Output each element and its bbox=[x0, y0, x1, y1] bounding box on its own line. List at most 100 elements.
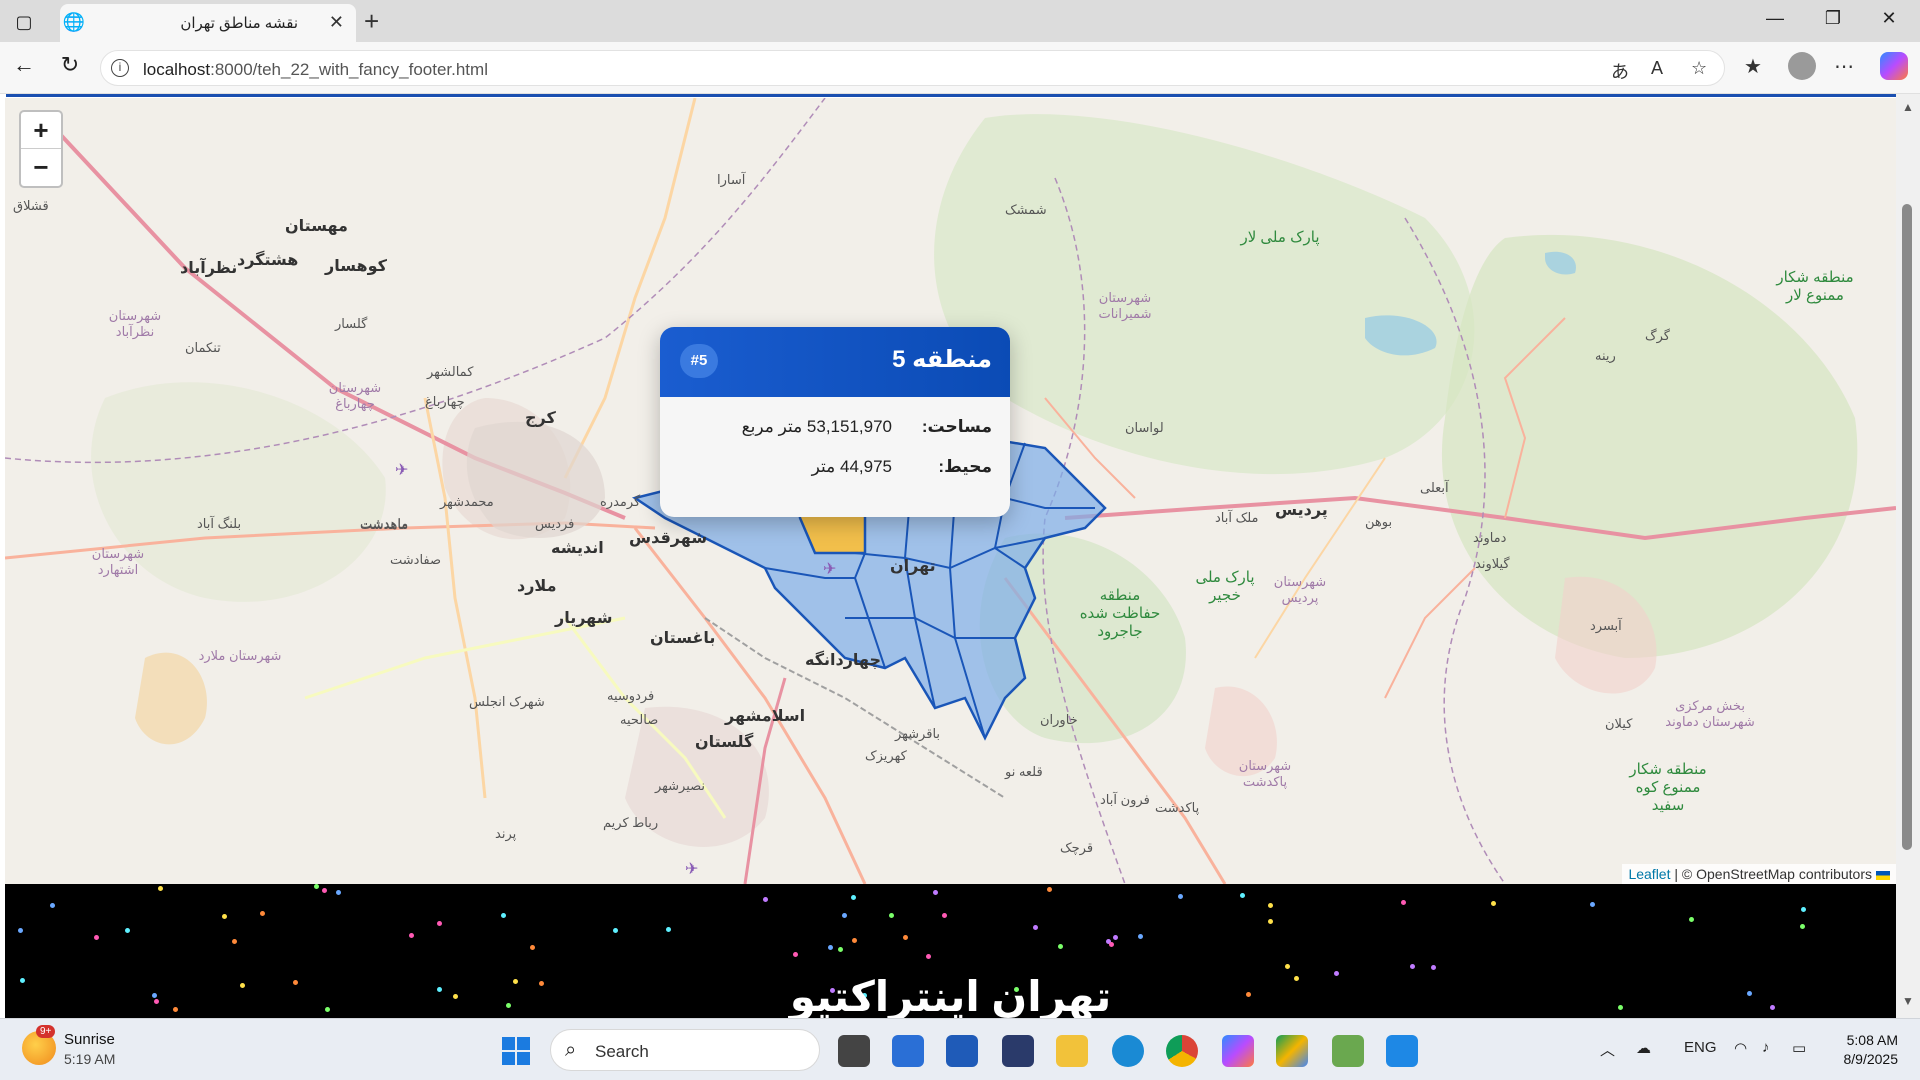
wifi-icon[interactable]: ◠ bbox=[1734, 1039, 1747, 1057]
star-dot bbox=[94, 935, 99, 940]
close-window-button[interactable]: ✕ bbox=[1866, 8, 1912, 29]
star-dot bbox=[838, 947, 843, 952]
star-dot bbox=[1047, 887, 1052, 892]
language-indicator[interactable]: ENG bbox=[1684, 1039, 1717, 1056]
map-place-label: منطقه شکار ممنوع لار bbox=[1776, 269, 1854, 304]
scroll-down-icon[interactable]: ▼ bbox=[1902, 994, 1914, 1008]
map-place-label: تنکمان bbox=[185, 340, 221, 355]
favorite-star-icon[interactable]: ☆ bbox=[1691, 58, 1707, 79]
store-icon[interactable] bbox=[892, 1035, 924, 1067]
star-dot bbox=[1285, 964, 1290, 969]
map-place-label: کرج bbox=[525, 410, 556, 427]
battery-icon[interactable]: ▭ bbox=[1792, 1039, 1806, 1057]
weather-label[interactable]: Sunrise bbox=[64, 1031, 115, 1048]
district-number-badge: #5 bbox=[680, 344, 718, 378]
file-explorer-icon[interactable] bbox=[1056, 1035, 1088, 1067]
map-place-label: شهرستان اشتهارد bbox=[91, 546, 145, 577]
reload-button[interactable]: ↻ bbox=[54, 52, 86, 78]
leaflet-map[interactable]: ✈ ✈ ✈ مهستان هشتگرد کوهسار نظرآباد کرج اندیشه… bbox=[5, 98, 1896, 884]
volume-icon[interactable]: ♪ bbox=[1762, 1039, 1770, 1056]
star-dot bbox=[889, 913, 894, 918]
minimize-button[interactable]: — bbox=[1752, 8, 1798, 29]
star-dot bbox=[1268, 919, 1273, 924]
tray-chevron-icon[interactable]: ︿ bbox=[1600, 1039, 1615, 1060]
zoom-out-button[interactable]: − bbox=[21, 149, 61, 186]
tab-active[interactable]: نقشه مناطق تهران ✕ bbox=[60, 4, 356, 42]
star-dot bbox=[1431, 965, 1436, 970]
leaflet-link[interactable]: Leaflet bbox=[1628, 866, 1670, 882]
map-place-label: شهرک انجلس bbox=[469, 694, 545, 709]
onedrive-icon[interactable]: ☁ bbox=[1636, 1039, 1651, 1057]
star-dot bbox=[1138, 934, 1143, 939]
map-place-label: خاوران bbox=[1040, 712, 1078, 727]
taskbar-search[interactable]: ⌕ Search bbox=[550, 1029, 820, 1071]
back-button[interactable]: ← bbox=[8, 52, 40, 78]
more-menu-icon[interactable]: ⋯ bbox=[1834, 54, 1854, 79]
google-drive-icon[interactable] bbox=[1276, 1035, 1308, 1067]
star-dot bbox=[530, 945, 535, 950]
map-place-label: منطقه شکار ممنوع کوه سفید bbox=[1629, 761, 1707, 814]
map-place-label: گرگ bbox=[1645, 328, 1670, 343]
map-place-label: کوهسار bbox=[325, 258, 387, 275]
read-aloud-icon[interactable]: A bbox=[1651, 58, 1663, 79]
new-tab-button[interactable]: + bbox=[364, 6, 379, 37]
area-value: 53,151,970 متر مربع bbox=[741, 417, 892, 436]
map-place-label: شهرستان چهارباغ bbox=[328, 380, 382, 411]
map-place-label: اندیشه bbox=[551, 540, 604, 557]
map-place-label: ماهدشت bbox=[360, 516, 409, 531]
star-dot bbox=[18, 928, 23, 933]
scroll-up-icon[interactable]: ▲ bbox=[1902, 100, 1914, 114]
copilot-icon[interactable] bbox=[1880, 52, 1908, 80]
system-clock[interactable]: 5:08 AM 8/9/2025 bbox=[1844, 1031, 1899, 1069]
tab-close-icon[interactable]: ✕ bbox=[329, 12, 344, 33]
star-dot bbox=[852, 938, 857, 943]
map-place-label: ملارد bbox=[517, 578, 557, 595]
map-place-label: فردوسیه bbox=[607, 688, 655, 703]
task-view-icon[interactable] bbox=[838, 1035, 870, 1067]
star-dot bbox=[666, 927, 671, 932]
map-place-label: شهریار bbox=[555, 610, 613, 627]
page-content: ✈ ✈ ✈ مهستان هشتگرد کوهسار نظرآباد کرج اندیشه… bbox=[0, 94, 1920, 1018]
profile-avatar[interactable] bbox=[1788, 52, 1816, 80]
chrome-icon[interactable] bbox=[1166, 1035, 1198, 1067]
start-button[interactable] bbox=[502, 1037, 530, 1065]
favorites-icon[interactable]: ★ bbox=[1744, 54, 1762, 79]
star-dot bbox=[1800, 924, 1805, 929]
app-chart-icon[interactable] bbox=[1332, 1035, 1364, 1067]
map-place-label: فردیس bbox=[535, 516, 575, 531]
map-place-label: کیلان bbox=[1605, 716, 1633, 731]
ukraine-flag-icon bbox=[1876, 870, 1890, 880]
map-place-label: تهران bbox=[890, 558, 936, 575]
address-bar[interactable]: i localhost:8000/teh_22_with_fancy_foote… bbox=[100, 50, 1725, 86]
map-place-label: گرمدره bbox=[600, 494, 641, 509]
map-place-label: فرون آباد bbox=[1100, 792, 1150, 807]
star-dot bbox=[613, 928, 618, 933]
vscode-icon[interactable] bbox=[1386, 1035, 1418, 1067]
star-dot bbox=[222, 914, 227, 919]
map-place-label: ملک آباد bbox=[1215, 510, 1259, 525]
star-dot bbox=[1801, 907, 1806, 912]
edge-icon[interactable] bbox=[1112, 1035, 1144, 1067]
zoom-in-button[interactable]: + bbox=[21, 112, 61, 149]
sidebar-toggle-icon[interactable]: ▢ bbox=[10, 8, 38, 36]
maximize-button[interactable]: ❐ bbox=[1810, 8, 1856, 29]
clock-date: 8/9/2025 bbox=[1843, 1051, 1899, 1067]
map-place-label: صالحیه bbox=[620, 712, 659, 727]
word-icon[interactable] bbox=[946, 1035, 978, 1067]
map-place-label: رینه bbox=[1595, 348, 1616, 363]
page-scrollbar[interactable]: ▲ ▼ bbox=[1896, 94, 1920, 1018]
star-dot bbox=[437, 921, 442, 926]
footer-title: تهران اینتراکتیو bbox=[789, 973, 1112, 1018]
top-accent-line bbox=[6, 94, 1896, 97]
star-dot bbox=[793, 952, 798, 957]
map-place-label: باغستان bbox=[650, 630, 716, 647]
app-v-icon[interactable] bbox=[1002, 1035, 1034, 1067]
star-dot bbox=[232, 939, 237, 944]
star-dot bbox=[1178, 894, 1183, 899]
site-info-icon[interactable]: i bbox=[111, 59, 129, 77]
scroll-thumb[interactable] bbox=[1902, 204, 1912, 850]
star-dot bbox=[1033, 925, 1038, 930]
star-dot bbox=[903, 935, 908, 940]
copilot-app-icon[interactable] bbox=[1222, 1035, 1254, 1067]
translate-icon[interactable]: あ bbox=[1611, 58, 1629, 84]
